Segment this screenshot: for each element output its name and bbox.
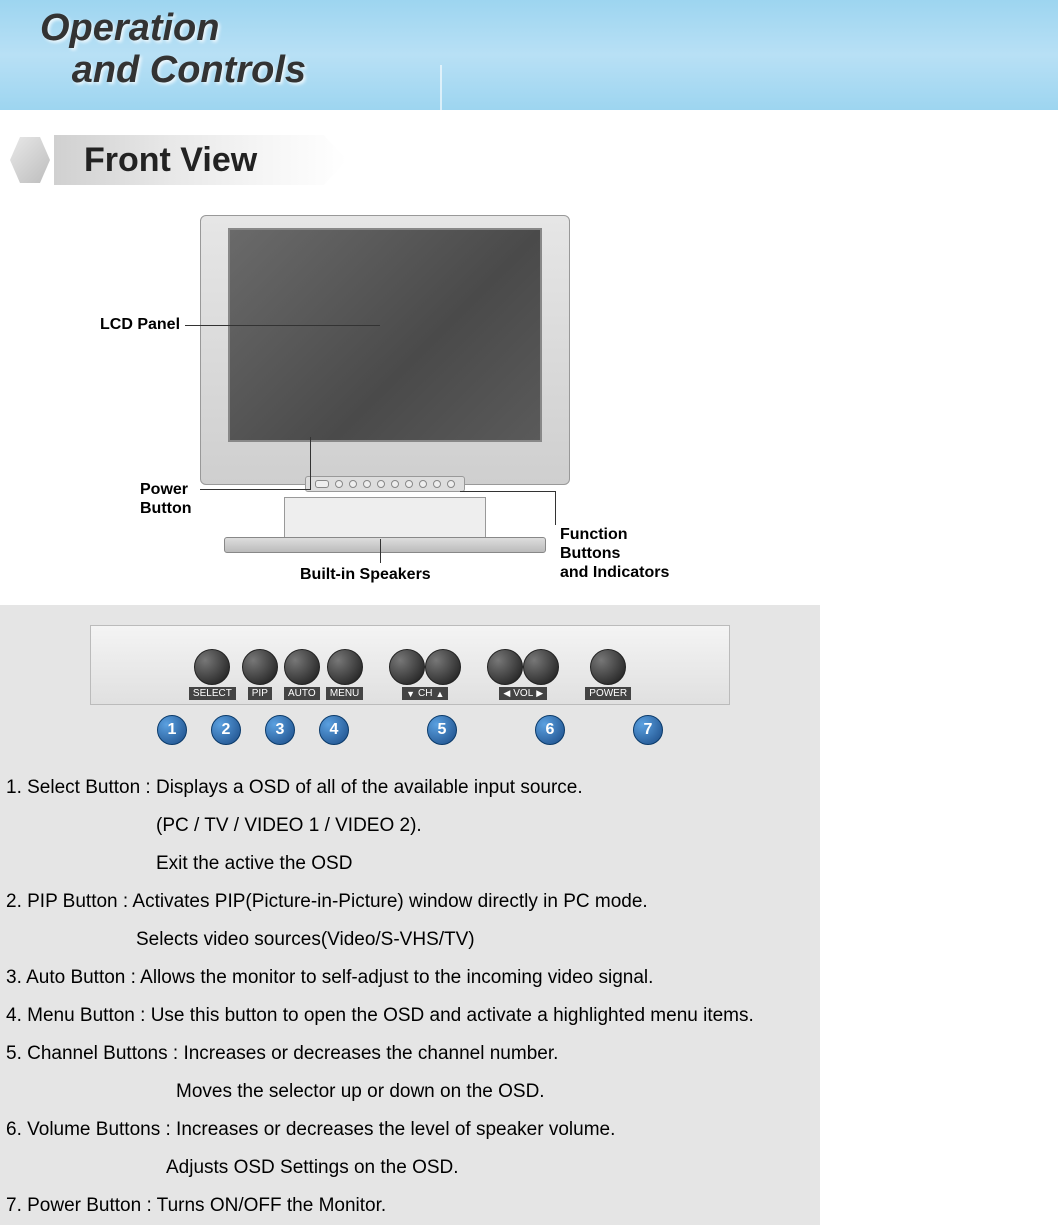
power-button-group: POWER bbox=[585, 649, 631, 700]
tiny-indicator bbox=[405, 480, 413, 488]
volume-buttons bbox=[487, 649, 559, 685]
desc-2b: Selects video sources(Video/S-VHS/TV) bbox=[6, 921, 814, 959]
channel-up-button bbox=[425, 649, 461, 685]
channel-label: ▼ CH ▲ bbox=[402, 687, 448, 700]
tiny-indicator bbox=[391, 480, 399, 488]
tiny-indicator bbox=[419, 480, 427, 488]
pip-button bbox=[242, 649, 278, 685]
power-button-callout-line2: Button bbox=[140, 500, 192, 517]
button-descriptions: 1. Select Button : Displays a OSD of all… bbox=[0, 759, 820, 1225]
header-divider bbox=[440, 65, 442, 110]
channel-button-group: ▼ CH ▲ bbox=[389, 649, 461, 700]
power-label: POWER bbox=[585, 687, 631, 700]
front-button-strip bbox=[305, 476, 465, 492]
title-line1: Operation bbox=[40, 7, 219, 49]
button-panel-closeup: SELECT PIP AUTO MENU ▼ CH ▲ bbox=[0, 605, 820, 759]
power-button-callout-line1: Power bbox=[140, 481, 188, 498]
desc-7: 7. Power Button : Turns ON/OFF the Monit… bbox=[6, 1187, 814, 1225]
tiny-indicator bbox=[349, 480, 357, 488]
number-badge-2: 2 bbox=[211, 715, 241, 745]
number-badge-7: 7 bbox=[633, 715, 663, 745]
desc-2a: 2. PIP Button : Activates PIP(Picture-in… bbox=[6, 883, 814, 921]
spacer bbox=[373, 715, 403, 745]
down-triangle-icon: ▼ bbox=[406, 689, 415, 699]
up-triangle-icon: ▲ bbox=[436, 689, 445, 699]
section-heading: Front View bbox=[10, 135, 1058, 185]
speakers-callout: Built-in Speakers bbox=[300, 565, 431, 584]
select-button bbox=[194, 649, 230, 685]
menu-label: MENU bbox=[326, 687, 363, 700]
power-button bbox=[590, 649, 626, 685]
channel-label-text: CH bbox=[418, 688, 432, 699]
function-callout-line2: Buttons bbox=[560, 545, 620, 562]
desc-4: 4. Menu Button : Use this button to open… bbox=[6, 997, 814, 1035]
callout-line bbox=[310, 437, 311, 490]
number-row: 1 2 3 4 5 6 7 bbox=[90, 715, 730, 745]
volume-up-button bbox=[523, 649, 559, 685]
callout-line bbox=[555, 491, 556, 525]
tiny-indicator bbox=[377, 480, 385, 488]
volume-label: ◀ VOL ▶ bbox=[499, 687, 547, 700]
number-badge-4: 4 bbox=[319, 715, 349, 745]
spacer bbox=[589, 715, 609, 745]
page-title: Operation and Controls bbox=[40, 0, 306, 92]
right-triangle-icon: ▶ bbox=[536, 688, 543, 699]
desc-6b: Adjusts OSD Settings on the OSD. bbox=[6, 1149, 814, 1187]
desc-1b: (PC / TV / VIDEO 1 / VIDEO 2). bbox=[6, 807, 814, 845]
monitor-frame bbox=[200, 215, 570, 485]
front-view-diagram: LCD Panel Power Button Built-in Speakers… bbox=[0, 205, 1058, 605]
lcd-screen bbox=[228, 228, 542, 442]
desc-1c: Exit the active the OSD bbox=[6, 845, 814, 883]
auto-button bbox=[284, 649, 320, 685]
auto-label: AUTO bbox=[284, 687, 320, 700]
pip-label: PIP bbox=[248, 687, 272, 700]
number-badge-6: 6 bbox=[535, 715, 565, 745]
function-callout-line1: Function bbox=[560, 526, 628, 543]
select-button-group: SELECT bbox=[189, 649, 236, 700]
volume-label-text: VOL bbox=[513, 688, 533, 699]
tiny-power-slot bbox=[315, 480, 329, 488]
menu-button bbox=[327, 649, 363, 685]
lcd-panel-callout: LCD Panel bbox=[100, 315, 180, 334]
pip-button-group: PIP bbox=[242, 649, 278, 700]
auto-button-group: AUTO bbox=[284, 649, 320, 700]
tiny-indicator bbox=[447, 480, 455, 488]
power-button-callout: Power Button bbox=[140, 480, 192, 518]
left-triangle-icon: ◀ bbox=[503, 688, 510, 699]
number-badge-1: 1 bbox=[157, 715, 187, 745]
section-title: Front View bbox=[54, 135, 347, 185]
desc-3: 3. Auto Button : Allows the monitor to s… bbox=[6, 959, 814, 997]
volume-button-group: ◀ VOL ▶ bbox=[487, 649, 559, 700]
title-line2: and Controls bbox=[72, 49, 306, 91]
function-buttons-callout: Function Buttons and Indicators bbox=[560, 525, 669, 583]
number-badge-5: 5 bbox=[427, 715, 457, 745]
tiny-indicator bbox=[433, 480, 441, 488]
monitor-stand-base bbox=[224, 537, 546, 553]
number-badge-3: 3 bbox=[265, 715, 295, 745]
monitor-illustration bbox=[200, 215, 570, 485]
callout-line bbox=[200, 489, 310, 490]
page-header: Operation and Controls bbox=[0, 0, 1058, 110]
button-panel-row: SELECT PIP AUTO MENU ▼ CH ▲ bbox=[90, 625, 730, 705]
tiny-indicator bbox=[335, 480, 343, 488]
select-label: SELECT bbox=[189, 687, 236, 700]
volume-down-button bbox=[487, 649, 523, 685]
callout-line bbox=[185, 325, 380, 326]
desc-5b: Moves the selector up or down on the OSD… bbox=[6, 1073, 814, 1111]
hex-bullet-icon bbox=[10, 137, 50, 183]
callout-line bbox=[460, 491, 555, 492]
callout-line bbox=[380, 539, 381, 563]
tiny-indicator bbox=[363, 480, 371, 488]
channel-down-button bbox=[389, 649, 425, 685]
desc-1a: 1. Select Button : Displays a OSD of all… bbox=[6, 769, 814, 807]
desc-6a: 6. Volume Buttons : Increases or decreas… bbox=[6, 1111, 814, 1149]
channel-buttons bbox=[389, 649, 461, 685]
monitor-stand-neck bbox=[284, 497, 486, 539]
menu-button-group: MENU bbox=[326, 649, 363, 700]
function-callout-line3: and Indicators bbox=[560, 564, 669, 581]
spacer bbox=[481, 715, 511, 745]
desc-5a: 5. Channel Buttons : Increases or decrea… bbox=[6, 1035, 814, 1073]
